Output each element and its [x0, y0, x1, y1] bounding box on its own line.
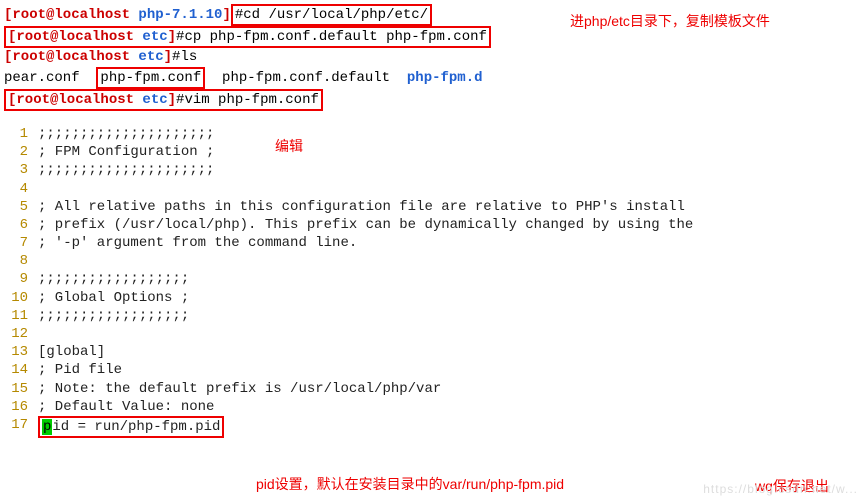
annotation-edit: 编辑	[275, 137, 303, 155]
watermark: https://blog.csdn.net/w...	[703, 482, 858, 498]
line-number: 3	[4, 161, 38, 179]
line-number: 16	[4, 398, 38, 416]
editor-text: ;;;;;;;;;;;;;;;;;;;;;	[38, 125, 214, 143]
line-number: 12	[4, 325, 38, 343]
editor-text: ;;;;;;;;;;;;;;;;;;	[38, 270, 189, 288]
cmd-cp-box: [root@localhost etc]#cp php-fpm.conf.def…	[4, 26, 491, 48]
ls-output-fpmd: php-fpm.d	[407, 70, 483, 86]
cmd-cp: cp php-fpm.conf.default php-fpm.conf	[184, 29, 486, 45]
line-number: 4	[4, 180, 38, 198]
editor-text: ; Default Value: none	[38, 398, 214, 416]
editor-line-7: 7; '-p' argument from the command line.	[4, 234, 860, 252]
editor-line-16: 16; Default Value: none	[4, 398, 860, 416]
editor-line-14: 14; Pid file	[4, 361, 860, 379]
prompt-user: [root@localhost	[8, 29, 142, 45]
prompt-dir: php-7.1.10	[138, 7, 222, 23]
annotation-cp: 进php/etc目录下，复制模板文件	[570, 12, 770, 30]
ls-output-default: php-fpm.conf.default	[205, 70, 407, 86]
editor-line-15: 15; Note: the default prefix is /usr/loc…	[4, 380, 860, 398]
cmd-cd: cd /usr/local/php/etc/	[243, 7, 428, 23]
terminal-line-5: [root@localhost etc]#vim php-fpm.conf	[4, 89, 860, 111]
editor-line-17: 17pid = run/php-fpm.pid	[4, 416, 860, 438]
terminal-line-4: pear.conf php-fpm.conf php-fpm.conf.defa…	[4, 67, 860, 89]
editor-text: ; prefix (/usr/local/php). This prefix c…	[38, 216, 693, 234]
editor-line-10: 10; Global Options ;	[4, 289, 860, 307]
cmd-vim: vim php-fpm.conf	[184, 92, 318, 108]
prompt-dir: etc	[142, 92, 167, 108]
prompt-user: [root@localhost	[4, 7, 138, 23]
ls-output-fpmconf-box: php-fpm.conf	[96, 67, 205, 89]
vim-cursor: p	[42, 419, 52, 435]
editor-text: ; Global Options ;	[38, 289, 189, 307]
ls-output-pear: pear.conf	[4, 70, 96, 86]
hash-sign: #	[235, 7, 243, 23]
line-number: 10	[4, 289, 38, 307]
editor-line-6: 6; prefix (/usr/local/php). This prefix …	[4, 216, 860, 234]
prompt-user: [root@localhost	[8, 92, 142, 108]
editor-line-2: 2; FPM Configuration ;	[4, 143, 860, 161]
editor-text: ; All relative paths in this configurati…	[38, 198, 685, 216]
line-number: 1	[4, 125, 38, 143]
line-number: 11	[4, 307, 38, 325]
line-number: 13	[4, 343, 38, 361]
prompt-bracket: ]	[222, 7, 230, 23]
line-number: 5	[4, 198, 38, 216]
line-number: 2	[4, 143, 38, 161]
prompt-bracket: ]	[168, 29, 176, 45]
line-number: 8	[4, 252, 38, 270]
editor-text: ; Pid file	[38, 361, 122, 379]
prompt-bracket: ]	[168, 92, 176, 108]
line-number: 7	[4, 234, 38, 252]
prompt-user: [root@localhost	[4, 49, 138, 65]
terminal-line-3: [root@localhost etc]#ls	[4, 48, 860, 66]
cmd-vim-box: [root@localhost etc]#vim php-fpm.conf	[4, 89, 323, 111]
prompt-dir: etc	[142, 29, 167, 45]
editor-line-3: 3;;;;;;;;;;;;;;;;;;;;;	[4, 161, 860, 179]
line-number: 6	[4, 216, 38, 234]
cmd-ls: ls	[180, 49, 197, 65]
editor-line-1: 1;;;;;;;;;;;;;;;;;;;;;	[4, 125, 860, 143]
editor-text: ;;;;;;;;;;;;;;;;;;;;;	[38, 161, 214, 179]
editor-line-8: 8	[4, 252, 860, 270]
cmd-cd-box: #cd /usr/local/php/etc/	[231, 4, 432, 26]
editor-text: ; Note: the default prefix is /usr/local…	[38, 380, 441, 398]
line-number: 17	[4, 416, 38, 438]
editor-line-12: 12	[4, 325, 860, 343]
editor-line-4: 4	[4, 180, 860, 198]
editor-text: [global]	[38, 343, 105, 361]
annotation-pid: pid设置，默认在安装目录中的var/run/php-fpm.pid	[256, 475, 564, 493]
editor-line-11: 11;;;;;;;;;;;;;;;;;;	[4, 307, 860, 325]
editor-line-5: 5; All relative paths in this configurat…	[4, 198, 860, 216]
line-number: 14	[4, 361, 38, 379]
editor-line-9: 9;;;;;;;;;;;;;;;;;;	[4, 270, 860, 288]
editor-line-13: 13[global]	[4, 343, 860, 361]
editor-text: ; FPM Configuration ;	[38, 143, 214, 161]
editor-text: ; '-p' argument from the command line.	[38, 234, 357, 252]
line-number: 15	[4, 380, 38, 398]
line-number: 9	[4, 270, 38, 288]
editor-text: ;;;;;;;;;;;;;;;;;;	[38, 307, 189, 325]
editor-text: id = run/php-fpm.pid	[52, 419, 220, 435]
prompt-dir: etc	[138, 49, 163, 65]
prompt-bracket: ]	[164, 49, 172, 65]
vim-editor: 1;;;;;;;;;;;;;;;;;;;;; 2; FPM Configurat…	[4, 125, 860, 438]
pid-line-box: pid = run/php-fpm.pid	[38, 416, 224, 438]
